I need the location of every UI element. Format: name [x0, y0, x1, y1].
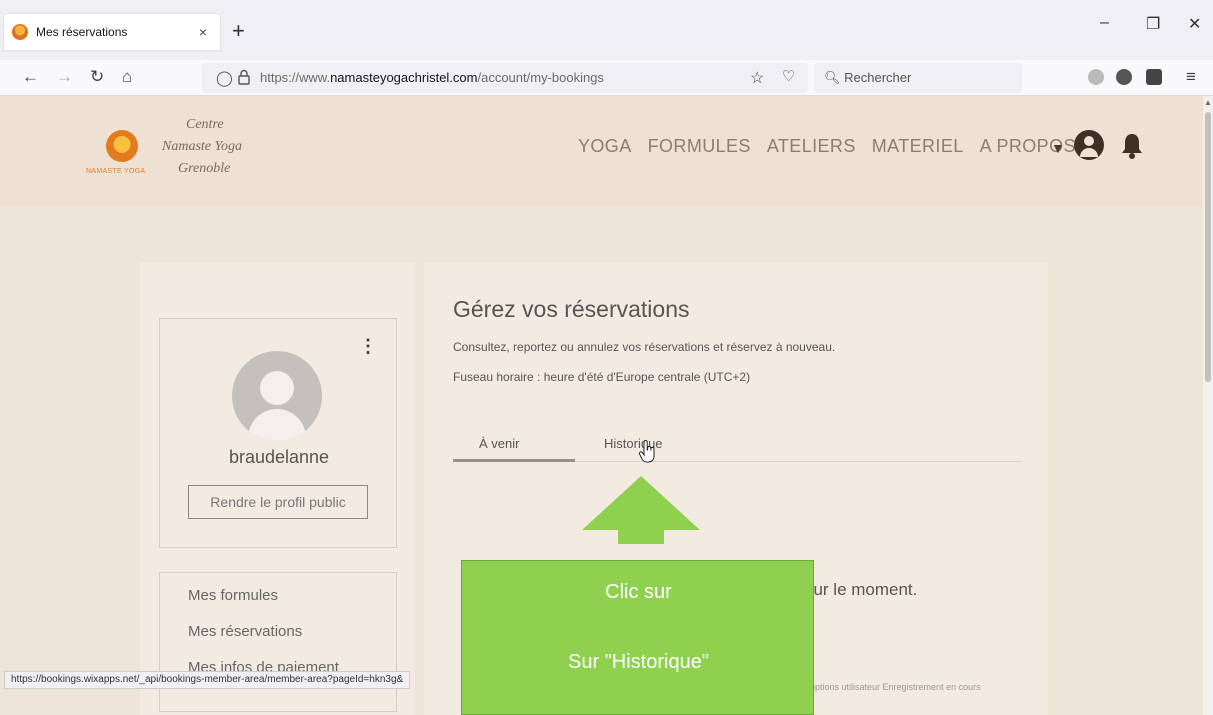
tab-title: Mes réservations: [36, 25, 128, 39]
extension-gear-icon[interactable]: [1088, 69, 1104, 85]
bookings-tabs: À venir Historique: [453, 424, 1021, 462]
profile-card: ⋮ braudelanne Rendre le profil public: [159, 318, 397, 548]
page-title: Gérez vos réservations: [453, 296, 690, 322]
brand-line: Namaste Yoga: [162, 139, 243, 154]
menu-item-reservations[interactable]: Mes réservations: [188, 623, 302, 640]
search-icon: 🔍︎: [824, 70, 841, 85]
nav-ateliers[interactable]: ATELIERS: [767, 136, 856, 157]
url-bar[interactable]: ◯ https://www.namasteyogachristel.com/ac…: [202, 63, 808, 93]
tracking-shield-icon[interactable]: ◯: [216, 69, 233, 87]
nav-materiel[interactable]: MATERIEL: [872, 136, 964, 157]
status-link: https://bookings.wixapps.net/_api/bookin…: [4, 671, 411, 689]
forward-icon[interactable]: →: [56, 67, 73, 87]
avatar-body: [248, 409, 306, 441]
avatar-head: [260, 371, 294, 405]
callout-line-1: Clic sur: [605, 581, 672, 603]
empty-state-message: our le moment.: [804, 580, 918, 599]
main-nav: YOGA FORMULES ATELIERS MATERIEL A PROPOS…: [578, 136, 1108, 157]
profile-sidebar: ⋮ braudelanne Rendre le profil public Me…: [140, 262, 415, 715]
site-favicon-icon: [12, 24, 28, 40]
pocket-icon[interactable]: ♡: [782, 67, 795, 85]
annotation-callout: Clic sur Sur "Historique": [461, 560, 814, 715]
annotation-arrow-icon: [582, 476, 700, 544]
restore-button[interactable]: ❐: [1146, 14, 1160, 34]
site-header: NAMASTE YOGA Centre Namaste Yoga Grenobl…: [0, 96, 1203, 206]
brand-line: Grenoble: [178, 161, 231, 176]
extension-icon[interactable]: [1116, 69, 1132, 85]
search-placeholder: Rechercher: [844, 70, 912, 85]
hand-cursor-icon: [638, 440, 655, 463]
bookmark-star-icon[interactable]: ☆: [750, 68, 764, 88]
home-icon[interactable]: ⌂: [122, 67, 132, 87]
page-scrollbar[interactable]: ▲: [1203, 96, 1213, 715]
browser-navbar: ← → ↻ ⌂ ◯ https://www.namasteyogachriste…: [0, 60, 1213, 96]
scroll-up-icon[interactable]: ▲: [1204, 98, 1212, 107]
more-options-icon[interactable]: ⋮: [359, 337, 377, 355]
page-subtitle: Consultez, reportez ou annulez vos réser…: [453, 340, 836, 354]
browser-tab[interactable]: Mes réservations ×: [4, 14, 220, 50]
profile-avatar[interactable]: [232, 351, 322, 441]
callout-line-2: Sur "Historique": [568, 651, 709, 673]
status-text: options utilisateur Enregistrement en co…: [810, 682, 981, 692]
menu-hamburger-icon[interactable]: ≡: [1186, 67, 1196, 87]
browser-tabbar: Mes réservations × + – ❐ ✕: [0, 0, 1213, 60]
username: braudelanne: [228, 447, 330, 467]
active-tab-indicator: [453, 459, 575, 462]
minimize-button[interactable]: –: [1100, 14, 1109, 32]
brand-line: Centre: [186, 117, 224, 132]
notification-bell-icon[interactable]: [1120, 132, 1144, 160]
new-tab-button[interactable]: +: [232, 20, 245, 42]
account-avatar-icon[interactable]: [1074, 130, 1104, 160]
url-text: https://www.namasteyogachristel.com/acco…: [260, 70, 604, 85]
extension-box-icon[interactable]: [1146, 69, 1162, 85]
search-box[interactable]: 🔍︎ Rechercher: [814, 63, 1022, 93]
scroll-thumb[interactable]: [1205, 112, 1211, 382]
nav-yoga[interactable]: YOGA: [578, 136, 632, 157]
lock-icon[interactable]: [238, 69, 250, 85]
brand-name[interactable]: Centre Namaste Yoga Grenoble: [162, 114, 242, 180]
menu-item-formules[interactable]: Mes formules: [188, 587, 278, 604]
nav-formules[interactable]: FORMULES: [648, 136, 751, 157]
chevron-down-icon[interactable]: ▼: [1051, 140, 1065, 156]
tab-close-icon[interactable]: ×: [194, 24, 212, 40]
close-window-button[interactable]: ✕: [1188, 14, 1201, 34]
account-menu: Mes formules Mes réservations Mes infos …: [159, 572, 397, 712]
make-profile-public-button[interactable]: Rendre le profil public: [188, 485, 368, 519]
reload-icon[interactable]: ↻: [90, 67, 104, 87]
logo-caption: NAMASTE YOGA: [86, 168, 146, 175]
tab-a-venir[interactable]: À venir: [479, 436, 519, 451]
timezone-text: Fuseau horaire : heure d'été d'Europe ce…: [453, 370, 751, 384]
logo-icon[interactable]: [106, 130, 138, 162]
back-icon[interactable]: ←: [22, 67, 39, 87]
